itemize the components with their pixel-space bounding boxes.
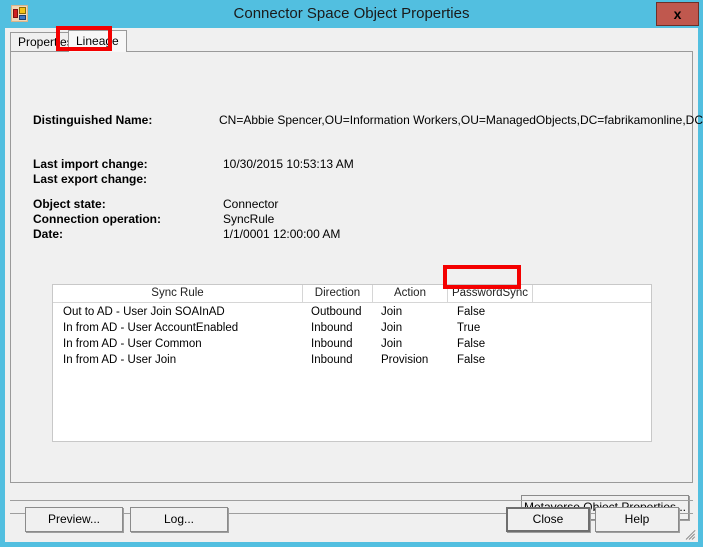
column-header-sync-rule[interactable]: Sync Rule xyxy=(53,285,303,302)
dialog-client-area: Properties Lineage Distinguished Name: C… xyxy=(5,28,703,542)
cell-action: Join xyxy=(381,338,403,350)
connector-space-object-properties-window: Connector Space Object Properties x Prop… xyxy=(0,0,703,547)
tab-strip: Properties Lineage xyxy=(10,30,693,52)
cell-direction: Inbound xyxy=(311,322,353,334)
window-title: Connector Space Object Properties xyxy=(233,5,470,22)
column-header-action[interactable]: Action xyxy=(373,285,448,302)
object-state-label: Object state: xyxy=(33,197,106,211)
lineage-table-header: Sync Rule Direction Action PasswordSync xyxy=(53,285,651,303)
column-header-direction[interactable]: Direction xyxy=(303,285,373,302)
cell-action: Join xyxy=(381,306,403,318)
distinguished-name-value: CN=Abbie Spencer,OU=Information Workers,… xyxy=(219,113,703,127)
lineage-list-view[interactable]: Sync Rule Direction Action PasswordSync … xyxy=(52,284,652,442)
last-export-change-label: Last export change: xyxy=(33,172,148,186)
table-row[interactable]: In from AD - User Join Inbound Provision Fa… xyxy=(53,352,651,368)
connection-operation-value: SyncRule xyxy=(223,212,275,226)
connection-operation-label: Connection operation: xyxy=(33,212,161,226)
cell-action: Provision xyxy=(381,354,429,366)
log-button[interactable]: Log... xyxy=(130,507,228,532)
table-row[interactable]: In from AD - User Common Inbound Join False xyxy=(53,336,651,352)
column-header-filler[interactable] xyxy=(533,285,651,302)
cell-sync-rule: In from AD - User Join xyxy=(63,354,177,366)
cell-password-sync: False xyxy=(457,354,486,366)
cell-direction: Outbound xyxy=(311,306,362,318)
close-dialog-button[interactable]: Close xyxy=(506,507,590,532)
cell-sync-rule: Out to AD - User Join SOAInAD xyxy=(63,306,225,318)
tab-lineage[interactable]: Lineage xyxy=(68,30,127,52)
cell-action: Join xyxy=(381,322,403,334)
last-import-change-value: 10/30/2015 10:53:13 AM xyxy=(223,157,354,171)
cell-password-sync: False xyxy=(457,306,486,318)
lineage-tab-page: Distinguished Name: CN=Abbie Spencer,OU=… xyxy=(10,51,703,520)
cell-password-sync: True xyxy=(457,322,481,334)
close-button[interactable]: x xyxy=(656,2,699,26)
table-row[interactable]: Out to AD - User Join SOAInAD Outbound Joi… xyxy=(53,304,651,320)
help-button[interactable]: Help xyxy=(595,507,679,532)
last-import-change-label: Last import change: xyxy=(33,157,148,171)
preview-button[interactable]: Preview... xyxy=(25,507,123,532)
cell-direction: Inbound xyxy=(311,354,353,366)
column-header-password-sync[interactable]: PasswordSync xyxy=(448,285,533,302)
object-state-value: Connector xyxy=(223,197,279,211)
table-row[interactable]: In from AD - User AccountEnabled Inbound J… xyxy=(53,320,651,336)
date-value: 1/1/0001 12:00:00 AM xyxy=(223,227,341,241)
lineage-table-body: Out to AD - User Join SOAInAD Outbound Joi… xyxy=(53,304,651,368)
distinguished-name-label: Distinguished Name: xyxy=(33,113,153,127)
cell-password-sync: False xyxy=(457,338,486,350)
date-label: Date: xyxy=(33,227,64,241)
cell-sync-rule: In from AD - User AccountEnabled xyxy=(63,322,239,334)
cell-sync-rule: In from AD - User Common xyxy=(63,338,202,350)
resize-grip[interactable] xyxy=(683,527,696,540)
title-bar[interactable]: Connector Space Object Properties x xyxy=(0,0,703,28)
cell-direction: Inbound xyxy=(311,338,353,350)
